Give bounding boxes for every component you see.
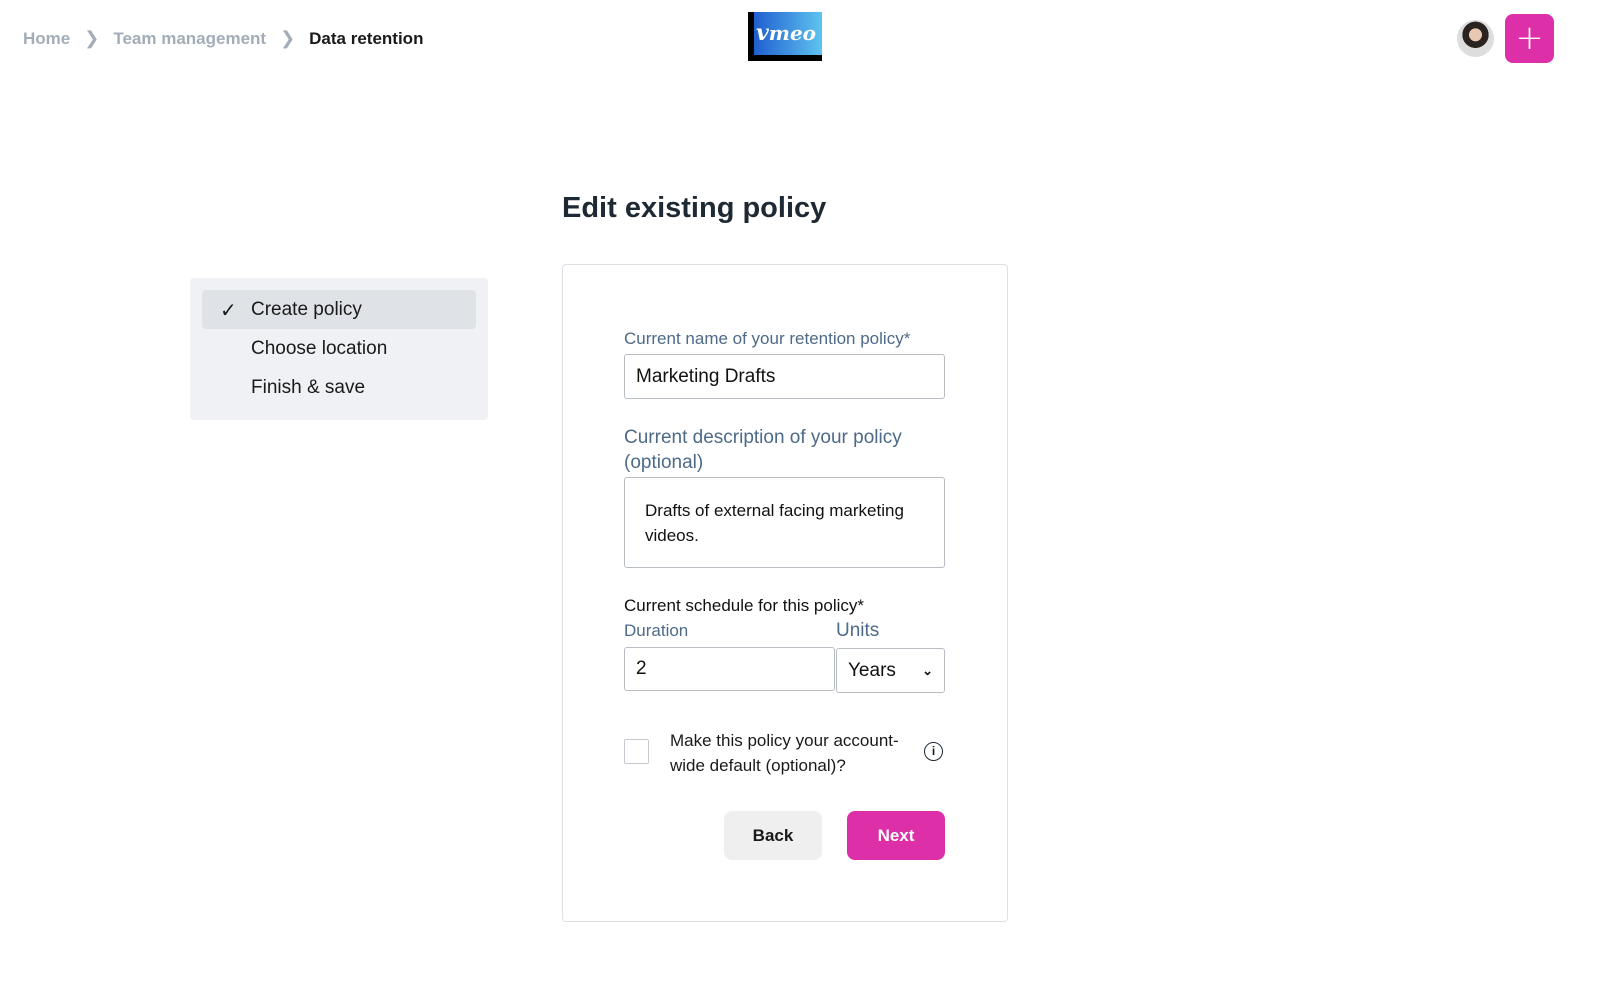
info-icon[interactable]: i — [924, 742, 943, 761]
step-create-policy[interactable]: ✓ Create policy — [202, 290, 476, 329]
duration-label: Duration — [624, 621, 689, 640]
policy-description-textarea[interactable]: Drafts of external facing marketing vide… — [624, 477, 945, 568]
units-label: Units — [836, 620, 880, 641]
checkmark-icon: ✓ — [220, 300, 237, 322]
schedule-label: Current schedule for this policy* — [624, 596, 865, 615]
page-title: Edit existing policy — [562, 192, 827, 224]
duration-input[interactable]: 2 — [624, 647, 835, 691]
step-label: Create policy — [251, 298, 362, 320]
name-label: Current name of your retention policy* — [624, 329, 911, 348]
next-button[interactable]: Next — [847, 811, 945, 860]
policy-name-input[interactable]: Marketing Drafts — [624, 354, 945, 399]
default-policy-checkbox[interactable] — [624, 739, 649, 764]
units-select[interactable]: Years ⌄ — [836, 648, 945, 693]
vimeo-logo[interactable]: vmeo — [748, 12, 822, 61]
step-label: Finish & save — [251, 376, 366, 398]
chevron-right-icon: ❯ — [280, 28, 296, 48]
back-button[interactable]: Back — [724, 811, 822, 860]
step-finish-save[interactable]: Finish & save — [202, 368, 476, 407]
units-value: Years — [848, 659, 896, 681]
default-policy-label: Make this policy your account-wide defau… — [670, 731, 899, 775]
chevron-right-icon: ❯ — [84, 28, 100, 48]
breadcrumb-team-management[interactable]: Team management — [113, 29, 266, 49]
breadcrumb-home[interactable]: Home — [23, 29, 70, 49]
step-label: Choose location — [251, 337, 388, 359]
avatar[interactable] — [1457, 20, 1494, 57]
step-list: ✓ Create policy Choose location Finish & … — [190, 278, 488, 420]
chevron-down-icon: ⌄ — [922, 662, 933, 678]
add-button[interactable]: + — [1505, 14, 1554, 63]
breadcrumb: Home ❯ Team management ❯ Data retention — [23, 28, 423, 49]
breadcrumb-current: Data retention — [309, 28, 424, 48]
step-choose-location[interactable]: Choose location — [202, 329, 476, 368]
description-label: Current description of your policy (opti… — [624, 427, 902, 473]
